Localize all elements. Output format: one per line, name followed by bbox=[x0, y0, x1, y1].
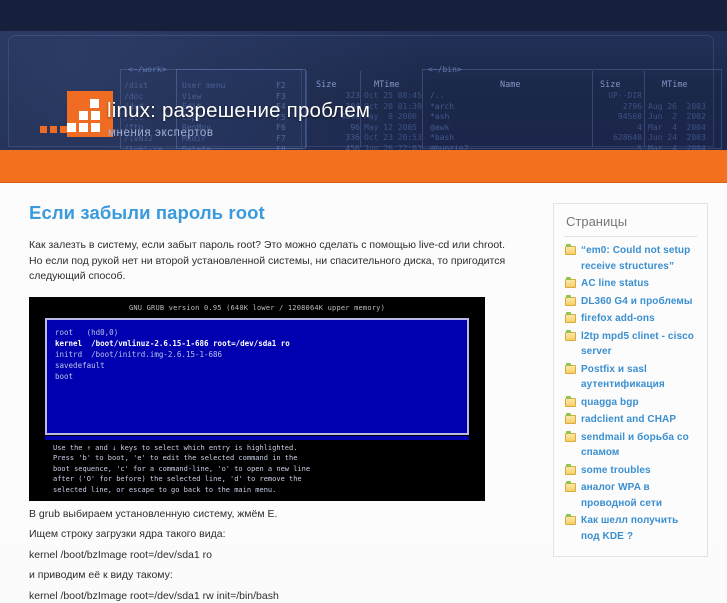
grub-line-kernel: kernel /boot/vmlinuz-2.6.15-1-686 root=/… bbox=[55, 339, 290, 348]
grub-version-line: GNU GRUB version 0.95 (640K lower / 1208… bbox=[29, 304, 485, 312]
sidebar: Страницы “em0: Could not setup receive s… bbox=[553, 203, 708, 557]
list-item[interactable]: radclient and CHAP bbox=[564, 412, 697, 428]
logo-dot bbox=[50, 126, 57, 133]
folder-icon bbox=[565, 398, 576, 407]
sidebar-link[interactable]: some troubles bbox=[581, 465, 651, 476]
sidebar-link[interactable]: Как шелл получить под KDE ? bbox=[581, 515, 678, 542]
list-item[interactable]: DL360 G4 и проблемы bbox=[564, 294, 697, 310]
grub-line-initrd: initrd /boot/initrd.img-2.6.15-1-686 bbox=[55, 350, 222, 359]
post-step-3: и приводим её к виду такому: bbox=[29, 568, 519, 583]
list-item[interactable]: Postfix и sasl аутентификация bbox=[564, 362, 697, 393]
folder-icon bbox=[565, 466, 576, 475]
list-item[interactable]: AC line status bbox=[564, 276, 697, 292]
folder-icon bbox=[565, 365, 576, 374]
list-item[interactable]: “em0: Could not setup receive structures… bbox=[564, 243, 697, 274]
folder-icon bbox=[565, 279, 576, 288]
site-tagline: мнения экспертов bbox=[108, 127, 214, 139]
folder-icon bbox=[565, 415, 576, 424]
folder-icon bbox=[565, 516, 576, 525]
post-title: Если забыли пароль root bbox=[29, 202, 519, 224]
sidebar-pages-list: “em0: Could not setup receive structures… bbox=[564, 243, 697, 544]
list-item[interactable]: quagga bgp bbox=[564, 395, 697, 411]
list-item[interactable]: аналог WPA в проводной сети bbox=[564, 480, 697, 511]
list-item[interactable]: Как шелл получить под KDE ? bbox=[564, 513, 697, 544]
site-logo[interactable] bbox=[40, 91, 115, 139]
top-strip bbox=[0, 0, 727, 31]
logo-cell bbox=[91, 123, 100, 132]
grub-screenshot: GNU GRUB version 0.95 (640K lower / 1208… bbox=[29, 297, 485, 501]
folder-icon bbox=[565, 332, 576, 341]
folder-icon bbox=[565, 246, 576, 255]
list-item[interactable]: l2tp mpd5 clinet - cisco server bbox=[564, 329, 697, 360]
list-item[interactable]: firefox add-ons bbox=[564, 311, 697, 327]
sidebar-link[interactable]: Postfix и sasl аутентификация bbox=[581, 364, 665, 391]
list-item[interactable]: some troubles bbox=[564, 463, 697, 479]
logo-cell bbox=[79, 111, 88, 120]
post-step-2: Ищем строку загрузки ядра такого вида: bbox=[29, 527, 519, 542]
grub-line-savedefault: savedefault bbox=[55, 361, 105, 370]
logo-cell bbox=[91, 111, 100, 120]
logo-dot bbox=[40, 126, 47, 133]
site-title: linux: разрешение проблем bbox=[107, 99, 370, 123]
logo-cell bbox=[67, 123, 76, 132]
sidebar-link[interactable]: DL360 G4 и проблемы bbox=[581, 296, 693, 307]
main-column: Если забыли пароль root Как залезть в си… bbox=[29, 202, 519, 603]
logo-dot bbox=[60, 126, 67, 133]
logo-cell bbox=[90, 99, 99, 108]
sidebar-link[interactable]: “em0: Could not setup receive structures… bbox=[581, 245, 690, 272]
grub-bottom-bar bbox=[45, 436, 469, 440]
sidebar-link[interactable]: аналог WPA в проводной сети bbox=[581, 482, 662, 509]
logo-cell bbox=[79, 123, 88, 132]
primary-nav-bar bbox=[0, 150, 727, 183]
grub-line-boot: boot bbox=[55, 372, 73, 381]
grub-line-root: root (hd0,0) bbox=[55, 328, 118, 337]
folder-icon bbox=[565, 314, 576, 323]
grub-entry-lines: root (hd0,0) kernel /boot/vmlinuz-2.6.15… bbox=[55, 327, 290, 382]
page-content: Если забыли пароль root Как залезть в си… bbox=[0, 183, 727, 545]
sidebar-link[interactable]: firefox add-ons bbox=[581, 313, 655, 324]
folder-icon bbox=[565, 433, 576, 442]
grub-help-text: Use the ↑ and ↓ keys to select which ent… bbox=[53, 443, 463, 496]
site-header: <~/work> <~/bin> /dist /doc /dvd /etc /f… bbox=[0, 31, 727, 150]
sidebar-link[interactable]: radclient and CHAP bbox=[581, 414, 676, 425]
sidebar-link[interactable]: quagga bgp bbox=[581, 397, 639, 408]
post-intro-paragraph: Как залезть в систему, если забыт пароль… bbox=[29, 238, 507, 285]
sidebar-link[interactable]: AC line status bbox=[581, 278, 649, 289]
folder-icon bbox=[565, 297, 576, 306]
post-kernel-line-after: kernel /boot/bzImage root=/dev/sda1 rw i… bbox=[29, 589, 519, 603]
folder-icon bbox=[565, 483, 576, 492]
post-step-1: В grub выбираем установленную систему, ж… bbox=[29, 507, 519, 522]
post-kernel-line-before: kernel /boot/bzImage root=/dev/sda1 ro bbox=[29, 548, 519, 563]
grub-edit-box: root (hd0,0) kernel /boot/vmlinuz-2.6.15… bbox=[45, 318, 469, 435]
sidebar-heading: Страницы bbox=[564, 212, 697, 237]
list-item[interactable]: sendmail и борьба со спамом bbox=[564, 430, 697, 461]
sidebar-link[interactable]: l2tp mpd5 clinet - cisco server bbox=[581, 331, 694, 358]
sidebar-link[interactable]: sendmail и борьба со спамом bbox=[581, 432, 689, 459]
